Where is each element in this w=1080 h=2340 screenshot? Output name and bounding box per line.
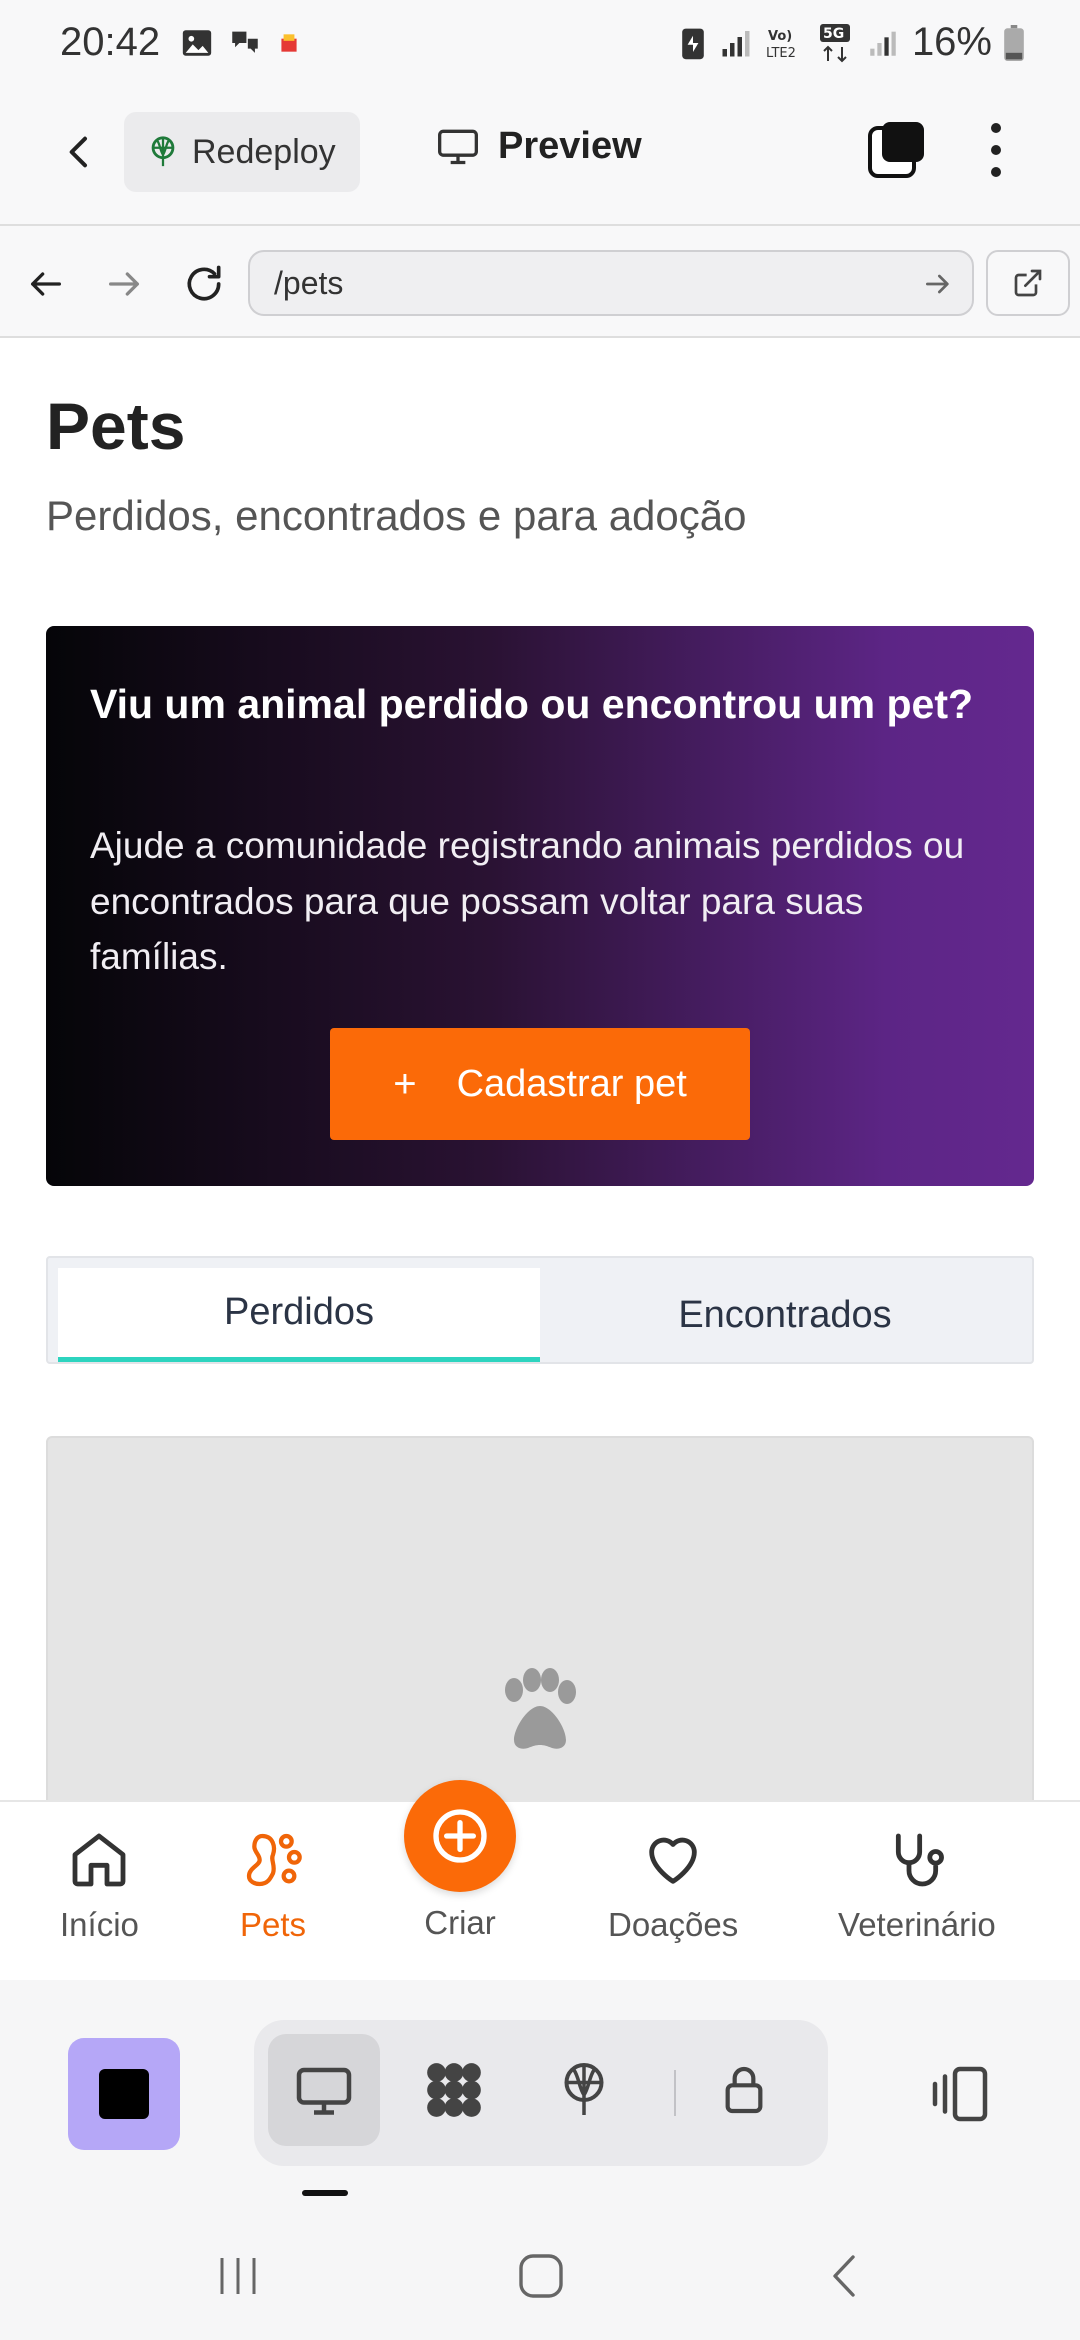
reload-icon [187,265,221,301]
signal-icon [722,30,750,56]
heart-icon [649,1837,697,1884]
home-button[interactable] [506,2246,576,2306]
pet-status-tabs: Perdidos Encontrados [46,1256,1034,1364]
plus-icon: + [393,1061,417,1106]
deploy-tree-icon [151,136,175,167]
app-bar: Redeploy Preview [0,90,1080,224]
gallery-icon [182,30,212,56]
grid-blob-icon [427,2063,481,2117]
pet-card-image-placeholder[interactable] [46,1436,1034,1800]
status-notification-icons [180,26,302,60]
chat-icon [232,31,258,53]
5g-icon: 5G [819,23,850,62]
browser-back-button[interactable] [18,256,74,312]
browser-bar: /pets [0,224,1080,338]
external-link-icon [1014,269,1042,297]
nav-veterinario[interactable]: Veterinário [838,1828,996,1944]
page-subtitle: Perdidos, encontrados e para adoção [46,492,747,539]
view-mode-selector [254,2020,828,2166]
recents-icon [220,2258,256,2294]
url-input[interactable]: /pets [248,250,974,316]
monitor-icon [438,129,478,165]
app-notification-icon [281,34,297,52]
layers-icon [868,122,924,178]
svg-text:Vo): Vo) [768,29,792,44]
more-icon-dot [991,123,1001,133]
reload-button[interactable] [176,256,232,312]
home-icon [73,1833,126,1887]
go-arrow-icon[interactable] [922,268,954,300]
segment-divider [674,2070,676,2116]
recent-apps-button[interactable] [204,2246,274,2306]
rotate-device-button[interactable] [920,2038,1000,2150]
deploy-mode-button[interactable] [528,2034,640,2146]
signal-2-icon [870,31,896,56]
device-rotate-icon [932,2066,988,2122]
preview-tab[interactable]: Preview [436,124,642,168]
preview-mode-button[interactable] [268,2034,380,2146]
nav-veterinario-label: Veterinário [838,1906,996,1943]
code-mode-button[interactable] [398,2034,510,2146]
svg-text:5G: 5G [823,26,844,42]
paw-icon [246,1833,302,1887]
banner-title: Viu um animal perdido ou encontrou um pe… [90,681,974,727]
register-pet-label: Cadastrar pet [456,1062,687,1105]
svg-text:LTE2: LTE2 [766,46,796,61]
arrow-right-icon [109,272,139,296]
register-pet-banner: Viu um animal perdido ou encontrou um pe… [46,626,1034,1186]
nav-doacoes-label: Doações [608,1906,739,1943]
nav-pets[interactable]: Pets [240,1828,306,1944]
nav-doacoes[interactable]: Doações [608,1828,738,1944]
system-back-button[interactable] [810,2246,880,2306]
stop-button[interactable] [68,2038,180,2150]
lock-icon [725,2066,763,2114]
battery-icon [1004,24,1024,61]
arrow-left-icon [30,272,61,296]
nav-inicio[interactable]: Início [60,1828,139,1944]
more-icon-dot [991,145,1001,155]
more-icon-dot [991,167,1001,177]
nav-criar-label[interactable]: Criar [404,1904,516,1942]
stethoscope-icon [895,1833,944,1887]
home-square-icon [519,2254,563,2298]
back-button[interactable] [50,122,110,182]
plus-circle-icon [433,1809,487,1863]
status-time: 20:42 [60,20,161,64]
chevron-left-icon [833,2255,855,2297]
status-right-icons: Vo) LTE2 5G 16% [680,20,1024,65]
browser-forward-button[interactable] [96,256,152,312]
nav-inicio-label: Início [60,1906,139,1943]
tab-perdidos[interactable]: Perdidos [58,1268,540,1362]
editor-toolbar [0,1980,1080,2210]
active-mode-indicator [302,2190,348,2196]
monitor-icon [296,2067,352,2115]
page-content[interactable]: Pets Perdidos, encontrados e para adoção… [0,338,1080,1800]
redeploy-button[interactable]: Redeploy [124,112,360,192]
register-pet-button[interactable]: + Cadastrar pet [330,1028,750,1140]
create-button[interactable] [404,1780,516,1892]
preview-label: Preview [498,124,642,167]
banner-text: Ajude a comunidade registrando animais p… [90,825,965,977]
url-text: /pets [274,264,344,301]
open-external-button[interactable] [986,250,1070,316]
layers-button[interactable] [866,118,930,182]
secrets-mode-button[interactable] [688,2034,800,2146]
more-options-button[interactable] [968,118,1024,182]
status-bar: 20:42 Vo) LTE2 5G 16% [0,0,1080,90]
paw-icon [505,1668,576,1749]
volte-icon: Vo) LTE2 [766,29,796,61]
battery-percent: 16% [911,20,992,64]
system-navigation [0,2210,1080,2340]
battery-saver-icon [682,28,704,59]
bottom-navigation: Início Pets Criar Doações Veterinário [0,1780,1080,1980]
page-title: Pets [46,389,186,463]
nav-pets-label: Pets [240,1906,307,1943]
redeploy-label: Redeploy [192,132,336,171]
deploy-tree-icon [564,2063,604,2115]
stop-icon [99,2069,149,2119]
chevron-left-icon [69,136,87,168]
tab-encontrados[interactable]: Encontrados [544,1268,1026,1362]
